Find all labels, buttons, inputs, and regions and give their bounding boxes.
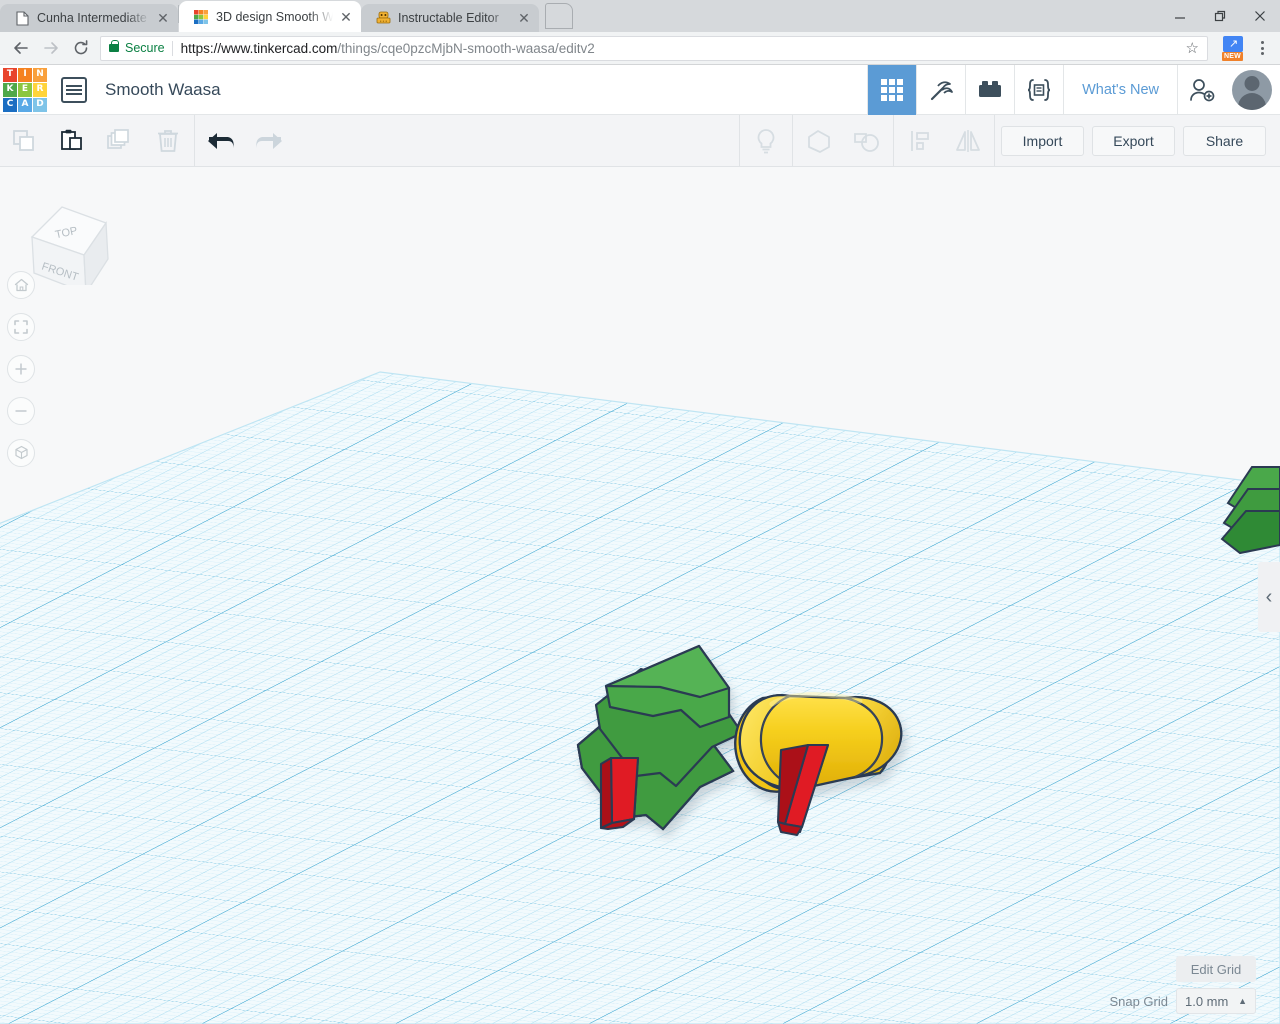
logo-tile-a: A [18, 97, 32, 112]
forward-button [36, 34, 66, 62]
logo-tile-r: R [33, 82, 47, 97]
pickaxe-icon[interactable] [916, 64, 965, 115]
tinkercad-icon [193, 9, 209, 25]
browser-tab-0[interactable]: Cunha Intermediate Sch ✕ [0, 4, 178, 32]
browser-tab-1[interactable]: 3D design Smooth Waas ✕ [179, 1, 361, 32]
instructables-robot-icon [375, 10, 391, 26]
logo-tile-n: N [33, 67, 47, 82]
tab-close-icon[interactable]: ✕ [337, 8, 355, 26]
tinkercad-logo[interactable]: T I N K E R C A D [3, 67, 47, 112]
window-controls [1160, 0, 1280, 32]
security-label: Secure [125, 41, 165, 55]
duplicate-button [96, 115, 144, 167]
zoom-out-button[interactable] [7, 397, 35, 425]
toolbar-divider [792, 114, 793, 167]
tree-trunk-bar[interactable] [599, 756, 640, 831]
logo-tile-k: K [3, 82, 17, 97]
snap-grid-select[interactable]: 1.0 mm ▲ [1176, 988, 1256, 1014]
add-person-icon[interactable] [1177, 64, 1226, 115]
back-button[interactable] [6, 34, 36, 62]
logo-tile-c: C [3, 97, 17, 112]
logo-tile-i: I [18, 67, 32, 82]
grid-glyph [881, 78, 904, 101]
toolbar-divider [994, 114, 995, 167]
toolbar-divider [194, 114, 195, 167]
app-header-right: What's New [867, 64, 1280, 115]
browser-tab-title: Cunha Intermediate Sch [37, 11, 150, 25]
browser-tab-title: 3D design Smooth Waas [216, 9, 333, 24]
redo-button [245, 115, 293, 167]
edit-grid-button[interactable]: Edit Grid [1176, 956, 1256, 982]
window-maximize-button[interactable] [1200, 0, 1240, 32]
toolbar-divider [739, 114, 740, 167]
ungroup-button [843, 115, 891, 167]
view-cube[interactable]: TOP FRONT [14, 185, 114, 296]
paste-button[interactable] [48, 115, 96, 167]
lego-brick-icon[interactable] [965, 64, 1014, 115]
omnibox-divider [171, 40, 173, 56]
design-list-icon[interactable] [61, 76, 87, 103]
window-minimize-button[interactable] [1160, 0, 1200, 32]
home-view-button[interactable] [7, 271, 35, 299]
tab-close-icon[interactable]: ✕ [154, 9, 172, 27]
lock-icon [109, 40, 119, 52]
logo-tile-d: D [33, 97, 47, 112]
page-icon [14, 10, 30, 26]
group-button [795, 115, 843, 167]
window-close-button[interactable] [1240, 0, 1280, 32]
chevron-up-icon: ▲ [1238, 996, 1247, 1006]
toolbar-divider [893, 114, 894, 167]
design-canvas[interactable]: TOP FRONT ‹ Edit Grid Snap Grid 1.0 mm ▲ [0, 167, 1280, 1024]
hint-lightbulb-button [742, 115, 790, 167]
snap-grid-control: Snap Grid 1.0 mm ▲ [1109, 988, 1256, 1014]
share-button[interactable]: Share [1183, 125, 1266, 156]
app-header: T I N K E R C A D Smooth Waasa What's Ne… [0, 64, 1280, 115]
url-path: /things/cqe0pzcMjbN-smooth-waasa/editv2 [337, 40, 595, 56]
grid-view-icon[interactable] [867, 64, 917, 115]
browser-tab-title: Instructable Editor [398, 11, 499, 25]
snap-grid-label: Snap Grid [1109, 993, 1168, 1009]
browser-tab-2[interactable]: Instructable Editor ✕ [361, 4, 539, 32]
fit-to-view-button[interactable] [7, 313, 35, 341]
bookmark-star-icon[interactable]: ☆ [1186, 39, 1199, 57]
extension-new-badge: NEW [1222, 52, 1243, 61]
zoom-in-button[interactable] [7, 355, 35, 383]
logo-tile-e: E [18, 82, 32, 97]
mirror-button [944, 115, 992, 167]
avatar[interactable] [1232, 69, 1272, 110]
extension-icon[interactable]: ↗ NEW [1222, 36, 1246, 61]
export-button[interactable]: Export [1092, 125, 1175, 156]
chrome-menu-button[interactable] [1250, 35, 1274, 61]
whats-new-link[interactable]: What's New [1063, 64, 1177, 115]
logo-tile-t: T [3, 67, 17, 82]
new-tab-button[interactable] [545, 3, 573, 29]
share-arrow-icon: ↗ [1229, 38, 1239, 50]
address-bar[interactable]: Secure https://www.tinkercad.com/things/… [100, 35, 1208, 61]
undo-button[interactable] [197, 115, 245, 167]
browser-tab-strip: Cunha Intermediate Sch ✕ 3D design Smoot… [0, 0, 1280, 32]
workplane-scene[interactable] [0, 167, 1280, 1024]
codeblocks-icon[interactable] [1014, 64, 1063, 115]
copy-button [0, 115, 48, 167]
snap-grid-value: 1.0 mm [1185, 993, 1229, 1009]
reload-button[interactable] [66, 34, 96, 62]
delete-button [144, 115, 192, 167]
url-host: https://www.tinkercad.com [180, 40, 338, 56]
workplane-grid[interactable] [0, 167, 1280, 1024]
right-panel-collapse-handle[interactable]: ‹ [1258, 562, 1280, 632]
editor-toolbar: Import Export Share [0, 114, 1280, 167]
browser-toolbar: Secure https://www.tinkercad.com/things/… [0, 32, 1280, 65]
page-title: Smooth Waasa [105, 79, 221, 99]
perspective-toggle-button[interactable] [7, 439, 35, 467]
tab-close-icon[interactable]: ✕ [515, 9, 533, 27]
import-button[interactable]: Import [1001, 125, 1084, 156]
align-button [896, 115, 944, 167]
